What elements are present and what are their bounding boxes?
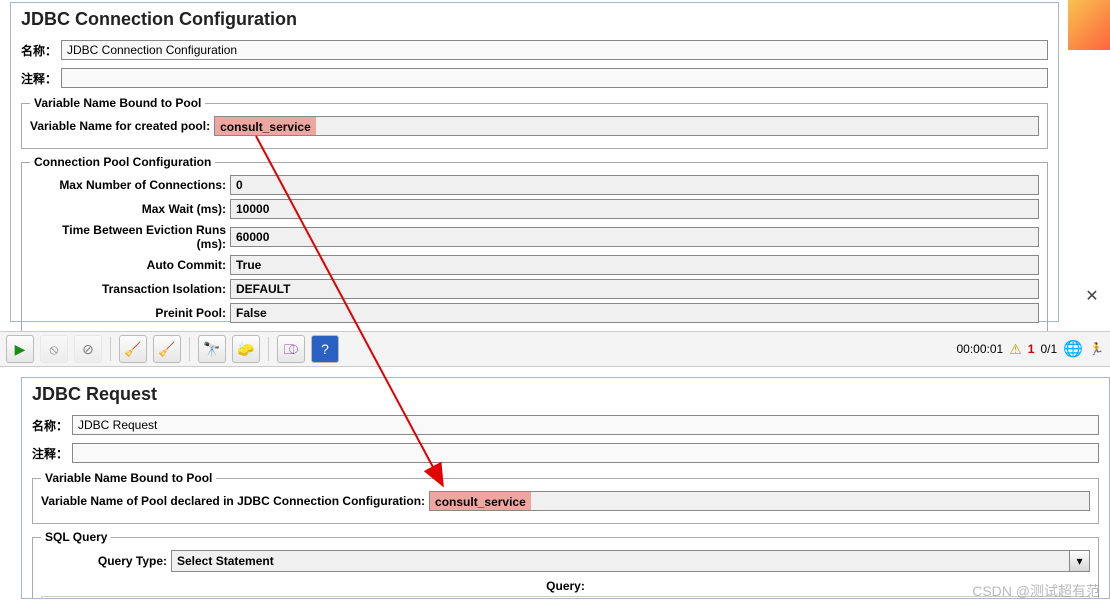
auto-commit-label: Auto Commit:	[30, 258, 230, 272]
query-header: Query:	[41, 576, 1090, 596]
function-button[interactable]: ⎄	[277, 335, 305, 363]
toolbar: ▶ ⦸ ⊘ 🧹 🧹 🔭 🧽 ⎄ ? 00:00:01 ⚠ 1 0/1 🌐 🏃	[0, 331, 1110, 367]
eviction-runs-label: Time Between Eviction Runs (ms):	[30, 223, 230, 251]
preinit-pool-label: Preinit Pool:	[30, 306, 230, 320]
query-type-value: Select Statement	[172, 551, 1069, 571]
variable-name-legend: Variable Name Bound to Pool	[41, 471, 216, 485]
sql-query-legend: SQL Query	[41, 530, 111, 544]
connection-pool-fieldset: Connection Pool Configuration Max Number…	[21, 155, 1048, 336]
broom1-button[interactable]: 🧹	[119, 335, 147, 363]
separator	[110, 337, 111, 361]
comment-label: 注释：	[32, 445, 72, 462]
max-wait-label: Max Wait (ms):	[30, 202, 230, 216]
separator	[268, 337, 269, 361]
page-title: JDBC Request	[32, 384, 1099, 405]
globe-icon[interactable]: 🌐	[1063, 339, 1083, 359]
run-icon[interactable]: 🏃	[1089, 342, 1104, 356]
variable-name-input[interactable]: consult_service	[429, 491, 1090, 511]
name-label: 名称：	[21, 42, 61, 59]
variable-name-fieldset: Variable Name Bound to Pool Variable Nam…	[32, 471, 1099, 524]
sql-query-fieldset: SQL Query Query Type: Select Statement ▾…	[32, 530, 1099, 599]
variable-name-legend: Variable Name Bound to Pool	[30, 96, 205, 110]
jdbc-request-panel: JDBC Request 名称： 注释： Variable Name Bound…	[21, 377, 1110, 599]
transaction-isolation-label: Transaction Isolation:	[30, 282, 230, 296]
broom2-button[interactable]: 🧹	[153, 335, 181, 363]
max-connections-label: Max Number of Connections:	[30, 178, 230, 192]
eviction-runs-input[interactable]	[230, 227, 1039, 247]
query-type-label: Query Type:	[41, 554, 171, 568]
clear-button[interactable]: 🧽	[232, 335, 260, 363]
max-connections-input[interactable]	[230, 175, 1039, 195]
comment-input[interactable]	[72, 443, 1099, 463]
connection-pool-legend: Connection Pool Configuration	[30, 155, 215, 169]
comment-input[interactable]	[61, 68, 1048, 88]
name-label: 名称：	[32, 417, 72, 434]
background-banner	[1068, 0, 1110, 50]
run-count: 0/1	[1040, 342, 1057, 356]
name-input[interactable]	[72, 415, 1099, 435]
name-input[interactable]	[61, 40, 1048, 60]
preinit-pool-input[interactable]	[230, 303, 1039, 323]
variable-name-input[interactable]: consult_service	[214, 116, 1039, 136]
variable-name-label: Variable Name of Pool declared in JDBC C…	[41, 494, 429, 508]
jdbc-connection-config-panel: JDBC Connection Configuration 名称： 注释： Va…	[10, 2, 1059, 322]
help-button[interactable]: ?	[311, 335, 339, 363]
variable-name-value: consult_service	[215, 117, 316, 135]
chevron-down-icon[interactable]: ▾	[1069, 551, 1089, 571]
close-icon[interactable]: ✕	[1082, 286, 1102, 306]
separator	[189, 337, 190, 361]
elapsed-time: 00:00:01	[956, 342, 1003, 356]
play-button[interactable]: ▶	[6, 335, 34, 363]
max-wait-input[interactable]	[230, 199, 1039, 219]
no-timer-button[interactable]: ⦸	[40, 335, 68, 363]
warning-icon[interactable]: ⚠	[1009, 341, 1022, 358]
variable-name-fieldset: Variable Name Bound to Pool Variable Nam…	[21, 96, 1048, 149]
variable-name-label: Variable Name for created pool:	[30, 119, 214, 133]
warning-count: 1	[1028, 342, 1035, 356]
transaction-isolation-input[interactable]	[230, 279, 1039, 299]
sql-editor[interactable]: 1 select id from customer limit 1;	[41, 596, 1090, 599]
search-button[interactable]: 🔭	[198, 335, 226, 363]
auto-commit-input[interactable]	[230, 255, 1039, 275]
comment-label: 注释：	[21, 70, 61, 87]
query-type-select[interactable]: Select Statement ▾	[171, 550, 1090, 572]
variable-name-value: consult_service	[430, 492, 531, 510]
page-title: JDBC Connection Configuration	[21, 9, 1048, 30]
stop-button[interactable]: ⊘	[74, 335, 102, 363]
